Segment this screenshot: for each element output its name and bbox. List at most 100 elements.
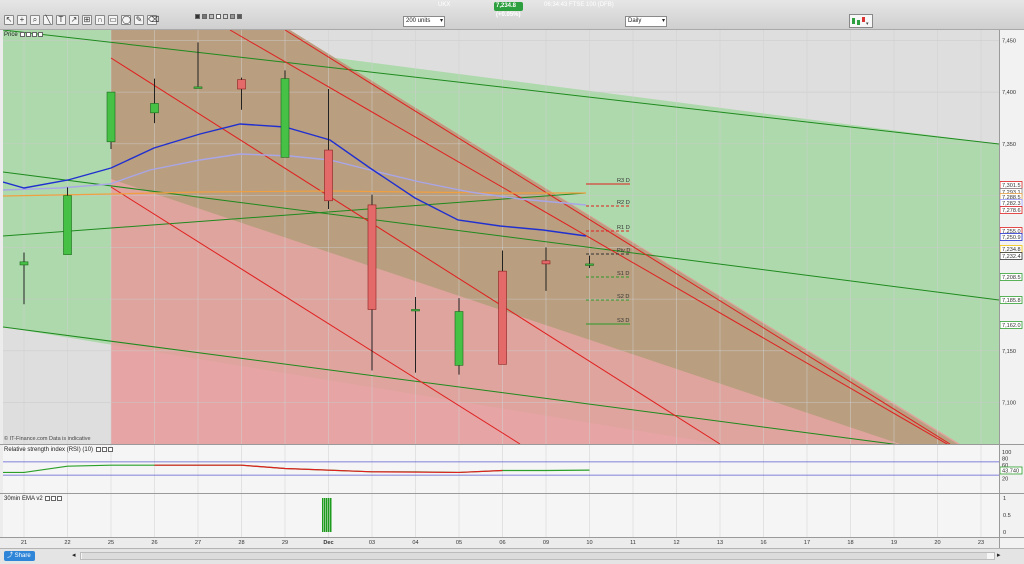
price-tag-label: 7,208.5: [1002, 275, 1021, 281]
pivot-label: S1 D: [617, 271, 629, 277]
candle-body: [585, 263, 594, 266]
close-icon[interactable]: [32, 32, 38, 37]
bottom-bar: ⤴ Share ◂ ▸: [0, 548, 1024, 564]
ema-panel-title-text: 30min EMA v2: [4, 496, 43, 502]
price-tag-label: 7,278.6: [1002, 208, 1021, 214]
rsi-tick-label: 100: [1002, 450, 1011, 456]
x-tick-label: 13: [717, 540, 723, 546]
x-tick-label: 18: [847, 540, 853, 546]
rsi-panel-bg: [3, 445, 999, 493]
x-tick-label: 26: [151, 540, 157, 546]
ema-signal-bar: [326, 498, 328, 532]
x-tick-label: 17: [804, 540, 810, 546]
ema-tick-label: 0.5: [1003, 513, 1011, 519]
scroll-right-icon[interactable]: ▸: [997, 551, 1001, 559]
y-tick-label: 7,350: [1002, 142, 1016, 148]
close-icon[interactable]: [107, 447, 113, 452]
x-tick-label: 06: [499, 540, 505, 546]
x-tick-label: 20: [934, 540, 940, 546]
ema-tick-label: 1: [1003, 496, 1006, 502]
chart-area[interactable]: R3 D R2 D R1 D Piv D S1 D S2 D S3 D 7,450 7,400…: [0, 0, 1024, 548]
price-tag: 7,301.5: [999, 181, 1023, 189]
settings-icon[interactable]: [95, 447, 101, 452]
x-tick-label: 10: [586, 540, 592, 546]
x-tick-label: 22: [64, 540, 70, 546]
ema-signal-bar: [322, 498, 324, 532]
price-tag-label: 7,232.4: [1002, 254, 1021, 260]
pivot-label: S2 D: [617, 294, 629, 300]
candle-body: [193, 86, 203, 89]
x-tick-label: 03: [369, 540, 375, 546]
rsi-panel-title: Relative strength index (RSI) (10): [4, 446, 113, 454]
y-tick-label: 7,150: [1002, 349, 1016, 355]
price-tag: 7,234.8: [999, 245, 1023, 253]
price-tag: 7,208.5: [999, 273, 1023, 281]
x-tick-label: 04: [412, 540, 418, 546]
rsi-current-tag: 43.740: [999, 466, 1023, 474]
ema-panel-bg: [3, 494, 999, 537]
ema-tick-label: 0: [1003, 530, 1006, 536]
x-tick-label: 11: [630, 540, 636, 546]
minimize-icon[interactable]: [51, 496, 57, 501]
x-tick-label: 23: [978, 540, 984, 546]
pivot-label: S3 D: [617, 318, 629, 324]
share-button[interactable]: ⤴ Share: [4, 551, 35, 561]
price-tag-label: 7,162.0: [1002, 323, 1021, 329]
price-tag-label: 7,185.8: [1002, 298, 1021, 304]
settings-icon[interactable]: [20, 32, 26, 37]
price-tag: 7,250.9: [999, 233, 1023, 241]
pivot-label: R1 D: [617, 225, 630, 231]
price-tag: 7,282.3: [999, 199, 1023, 207]
candle-body: [19, 261, 29, 266]
price-tag: 7,232.4: [999, 252, 1023, 260]
x-tick-label: 16: [760, 540, 766, 546]
settings-icon[interactable]: [45, 496, 51, 501]
x-tick-label: 09: [543, 540, 549, 546]
candle-body: [237, 79, 246, 90]
maximize-icon[interactable]: [38, 32, 44, 37]
x-tick-label: 28: [238, 540, 244, 546]
rsi-panel-title-text: Relative strength index (RSI) (10): [4, 447, 94, 453]
price-tag: 7,162.0: [999, 321, 1023, 329]
price-tag-label: 7,250.9: [1002, 235, 1021, 241]
candle-body: [411, 309, 420, 312]
price-tag: 7,185.8: [999, 296, 1023, 304]
scroll-left-icon[interactable]: ◂: [72, 551, 76, 559]
price-panel-title: Price: [4, 31, 44, 39]
y-tick-label: 7,450: [1002, 38, 1016, 44]
rsi-tag-label: 43.740: [1002, 468, 1019, 474]
pivot-label: Piv D: [617, 248, 630, 254]
close-icon[interactable]: [57, 496, 63, 501]
minimize-icon[interactable]: [101, 447, 107, 452]
candle-body: [63, 195, 72, 255]
share-label: Share: [14, 553, 31, 559]
x-tick-label: 19: [891, 540, 897, 546]
candle-body: [454, 311, 464, 366]
candle-body: [498, 270, 507, 365]
pivot-label: R2 D: [617, 200, 630, 206]
ema-signal-bar: [328, 498, 330, 532]
x-tick-label: 29: [282, 540, 288, 546]
x-tick-label: 27: [195, 540, 201, 546]
ema-signal-bar: [330, 498, 332, 532]
candle-body: [324, 149, 333, 202]
candle-body: [541, 260, 551, 265]
candle-body: [367, 204, 377, 310]
data-source-note: © IT-Finance.com Data is indicative: [4, 436, 91, 442]
rsi-tick-label: 20: [1002, 476, 1008, 482]
x-tick-label: 05: [456, 540, 462, 546]
scrollbar-thumb[interactable]: [82, 553, 987, 559]
minimize-icon[interactable]: [26, 32, 32, 37]
candle-body: [150, 103, 159, 114]
candle-body: [280, 78, 290, 158]
y-tick-label: 7,400: [1002, 90, 1016, 96]
x-tick-label: 12: [673, 540, 679, 546]
ema-signal-bar: [324, 498, 326, 532]
candle-body: [106, 91, 116, 143]
y-tick-label: 7,100: [1002, 401, 1016, 407]
pivot-label: R3 D: [617, 178, 630, 184]
x-tick-label: Dec: [323, 540, 333, 546]
ema-panel-title: 30min EMA v2: [4, 495, 63, 503]
x-tick-label: 21: [21, 540, 27, 546]
price-panel-title-text: Price: [4, 32, 18, 38]
